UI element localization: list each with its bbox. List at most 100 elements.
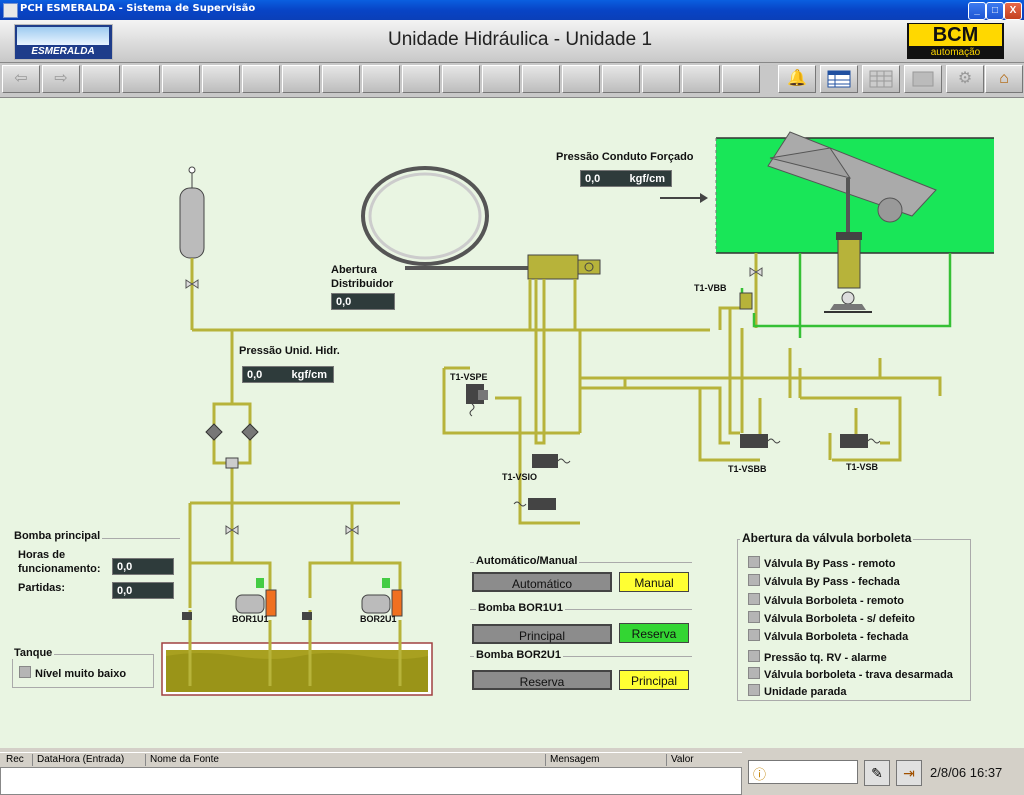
toolbar-empty-button[interactable] <box>442 65 480 93</box>
tools-icon[interactable]: ⚙ <box>946 65 984 93</box>
unid-hidr-value: 0,0 <box>247 369 263 381</box>
pump-label-bor1: BOR1U1 <box>232 614 269 624</box>
partidas-value: 0,0 <box>117 585 133 597</box>
borboleta-item: Unidade parada <box>748 684 847 698</box>
bor2-principal-button[interactable]: Principal <box>619 670 689 690</box>
col-valor[interactable]: Valor <box>666 754 694 766</box>
conduto-label: Pressão Conduto Forçado <box>556 151 694 163</box>
pump-label-bor2: BOR2U1 <box>360 614 397 624</box>
header: ESMERALDA Unidade Hidráulica - Unidade 1… <box>0 20 1024 63</box>
conduto-value: 0,0 <box>585 173 601 185</box>
borboleta-item: Válvula By Pass - fechada <box>748 574 900 588</box>
bor1-title: Bomba BOR1U1 <box>476 602 565 614</box>
borboleta-group: Abertura da válvula borboleta Válvula By… <box>737 531 971 701</box>
unid-hidr-unit: kgf/cm <box>291 369 327 381</box>
table-icon[interactable] <box>820 65 858 93</box>
horas-display: 0,0 <box>112 558 174 575</box>
valve-label-vspe: T1-VSPE <box>450 372 488 382</box>
toolbar-empty-button[interactable] <box>282 65 320 93</box>
toolbar-empty-button[interactable] <box>362 65 400 93</box>
home-icon[interactable]: ⌂ <box>985 65 1023 93</box>
tanque-group: Tanque Nível muito baixo <box>12 647 154 688</box>
arrow-right-icon[interactable]: ⇨ <box>42 65 80 93</box>
nivel-indicator-box <box>19 666 31 678</box>
modo-title: Automático/Manual <box>474 555 580 567</box>
borboleta-item: Válvula borboleta - trava desarmada <box>748 667 953 681</box>
horas-value: 0,0 <box>117 561 133 573</box>
toolbar-empty-button[interactable] <box>82 65 120 93</box>
arrow-left-icon[interactable]: ⇦ <box>2 65 40 93</box>
nivel-label: Nível muito baixo <box>35 668 127 680</box>
horas-label-2: funcionamento: <box>18 563 101 575</box>
manual-button[interactable]: Manual <box>619 572 689 592</box>
bell-icon[interactable]: 🔔 <box>778 65 816 93</box>
grid-icon[interactable] <box>862 65 900 93</box>
bor1-principal-button[interactable]: Principal <box>472 624 612 644</box>
exit-door-icon[interactable]: ⇥ <box>896 760 922 786</box>
hydraulic-synoptic: Pressão Conduto Forçado 0,0 kgf/cm Abert… <box>0 98 1024 748</box>
valve-label-vsbb: T1-VSBB <box>728 464 767 474</box>
datetime: 2/8/06 16:37 <box>930 765 1003 780</box>
toolbar-empty-button[interactable] <box>602 65 640 93</box>
distribuidor-label-2: Distribuidor <box>331 278 394 290</box>
bor2-group: Bomba BOR2U1 <box>470 649 692 661</box>
alarm-list[interactable] <box>0 767 742 795</box>
toolbar-empty-button[interactable] <box>322 65 360 93</box>
horas-label-1: Horas de <box>18 549 66 561</box>
partidas-display: 0,0 <box>112 582 174 599</box>
toolbar-empty-button[interactable] <box>682 65 720 93</box>
borboleta-item: Pressão tq. RV - alarme <box>748 650 887 664</box>
window-title: PCH ESMERALDA - Sistema de Supervisão <box>20 3 256 14</box>
toolbar-empty-button[interactable] <box>402 65 440 93</box>
conduto-display: 0,0 kgf/cm <box>580 170 672 187</box>
partidas-label: Partidas: <box>18 582 66 594</box>
toolbar-empty-button[interactable] <box>242 65 280 93</box>
distribuidor-label-1: Abertura <box>331 264 377 276</box>
automatico-button[interactable]: Automático <box>472 572 612 592</box>
unid-hidr-display: 0,0 kgf/cm <box>242 366 334 383</box>
toolbar-empty-button[interactable] <box>562 65 600 93</box>
maximize-button[interactable]: □ <box>986 2 1004 20</box>
app-icon <box>3 3 18 18</box>
bor2-reserva-button[interactable]: Reserva <box>472 670 612 690</box>
bcm-logo: BCM automação <box>907 23 1004 59</box>
esmeralda-logo: ESMERALDA <box>14 24 113 60</box>
bor2-title: Bomba BOR2U1 <box>474 649 563 661</box>
close-button[interactable]: X <box>1004 2 1022 20</box>
page-title: Unidade Hidráulica - Unidade 1 <box>387 29 653 50</box>
borboleta-title: Abertura da válvula borboleta <box>740 531 914 545</box>
user-field[interactable]: ⓘ <box>748 760 858 784</box>
borboleta-item: Válvula Borboleta - s/ defeito <box>748 611 915 625</box>
bor1-reserva-button[interactable]: Reserva <box>619 623 689 643</box>
unid-hidr-label: Pressão Unid. Hidr. <box>239 345 340 357</box>
col-rec[interactable]: Rec <box>2 754 24 766</box>
alarm-list-header: Rec DataHora (Entrada) Nome da Fonte Men… <box>0 752 742 768</box>
login-icon[interactable]: ✎ <box>864 760 890 786</box>
modo-group: Automático/Manual <box>470 555 692 567</box>
pump-bor2-motor <box>361 594 391 614</box>
window-titlebar: PCH ESMERALDA - Sistema de Supervisão _ … <box>0 0 1024 20</box>
col-fonte[interactable]: Nome da Fonte <box>145 754 219 766</box>
toolbar-empty-button[interactable] <box>482 65 520 93</box>
col-datahora[interactable]: DataHora (Entrada) <box>32 754 124 766</box>
borboleta-item: Válvula Borboleta - fechada <box>748 629 908 643</box>
toolbar-empty-button[interactable] <box>642 65 680 93</box>
valve-label-vsb: T1-VSB <box>846 462 879 472</box>
status-bar: ⓘ ✎ ⇥ 2/8/06 16:37 <box>744 752 1024 795</box>
borboleta-item: Válvula By Pass - remoto <box>748 556 895 570</box>
bor1-group: Bomba BOR1U1 <box>470 602 692 614</box>
conduto-unit: kgf/cm <box>629 173 665 185</box>
toolbar-empty-button[interactable] <box>522 65 560 93</box>
valve-label-vbb: T1-VBB <box>694 283 727 293</box>
toolbar-empty-button[interactable] <box>122 65 160 93</box>
toolbar-empty-button[interactable] <box>722 65 760 93</box>
toolbar-empty-button[interactable] <box>162 65 200 93</box>
minimize-button[interactable]: _ <box>968 2 986 20</box>
bomba-principal-group: Bomba principal Horas de funcionamento: … <box>12 530 180 602</box>
panel-icon[interactable] <box>904 65 942 93</box>
user-icon: ⓘ <box>753 767 767 782</box>
col-mensagem[interactable]: Mensagem <box>545 754 599 766</box>
distribuidor-value: 0,0 <box>336 296 352 308</box>
nivel-indicator: Nível muito baixo <box>19 666 126 680</box>
toolbar-empty-button[interactable] <box>202 65 240 93</box>
